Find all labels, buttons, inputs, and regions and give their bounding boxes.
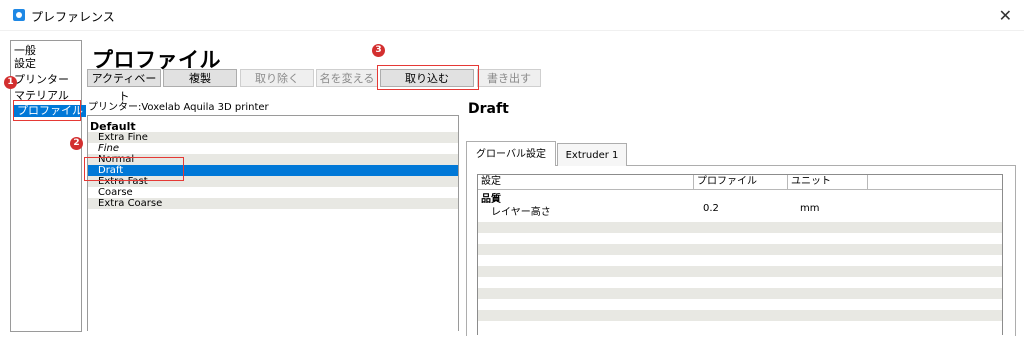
list-item[interactable]: Coarse — [88, 187, 458, 198]
printer-label: プリンター:Voxelab Aquila 3D printer — [88, 102, 269, 113]
settings-table: 設定 プロファイル ユニット 品質 レイヤー高さ 0.2 mm — [477, 174, 1003, 335]
divider — [0, 30, 1024, 31]
profile-detail-title: Draft — [468, 101, 509, 117]
empty-table-row — [478, 310, 1002, 321]
annotation-badge-3: 3 — [372, 44, 385, 57]
column-header-profile[interactable]: プロファイル — [697, 175, 757, 189]
sidebar-item-general[interactable]: 一般 — [14, 45, 36, 57]
column-separator[interactable] — [867, 175, 868, 189]
sidebar: 一般 設定 プリンター マテリアル プロファイル — [10, 40, 86, 332]
duplicate-button[interactable]: 複製 — [163, 69, 237, 87]
empty-table-row — [478, 288, 1002, 299]
remove-button[interactable]: 取り除く — [240, 69, 314, 87]
sidebar-item-settings[interactable]: 設定 — [14, 58, 36, 70]
export-button[interactable]: 書き出す — [477, 69, 541, 87]
empty-table-row — [478, 222, 1002, 233]
list-item[interactable]: Extra Fine — [88, 132, 458, 143]
annotation-badge-1: 1 — [4, 76, 17, 89]
table-header: 設定 プロファイル ユニット — [478, 175, 1002, 190]
annotation-badge-2: 2 — [70, 137, 83, 150]
close-icon[interactable]: ✕ — [999, 6, 1012, 25]
setting-name-cell: レイヤー高さ — [491, 207, 551, 218]
unit-cell: mm — [800, 203, 820, 214]
app-logo-icon — [13, 9, 25, 21]
empty-table-row — [478, 244, 1002, 255]
rename-button[interactable]: 名を変える — [316, 69, 378, 87]
annotation-box-draft — [84, 157, 184, 181]
list-item[interactable]: Extra Coarse — [88, 198, 458, 209]
list-group-header: Default — [90, 120, 136, 133]
column-header-unit[interactable]: ユニット — [791, 175, 831, 189]
annotation-box-profiles — [13, 100, 81, 121]
list-item[interactable]: Fine — [88, 143, 458, 154]
profile-value-cell: 0.2 — [703, 203, 719, 214]
tab-global-settings[interactable]: グローバル設定 — [466, 141, 556, 166]
annotation-box-import — [377, 65, 479, 90]
column-separator[interactable] — [693, 175, 694, 189]
empty-table-row — [478, 266, 1002, 277]
tab-extruder-1[interactable]: Extruder 1 — [557, 143, 627, 166]
profile-list: Default Extra Fine Fine Normal Draft Ext… — [87, 115, 459, 331]
title-bar: プレファレンス ✕ — [0, 0, 1024, 30]
column-separator[interactable] — [787, 175, 788, 189]
window-title: プレファレンス — [31, 10, 115, 24]
activate-button[interactable]: アクティベート — [87, 69, 161, 103]
sidebar-item-printers[interactable]: プリンター — [14, 74, 69, 86]
column-header-setting[interactable]: 設定 — [481, 175, 501, 189]
